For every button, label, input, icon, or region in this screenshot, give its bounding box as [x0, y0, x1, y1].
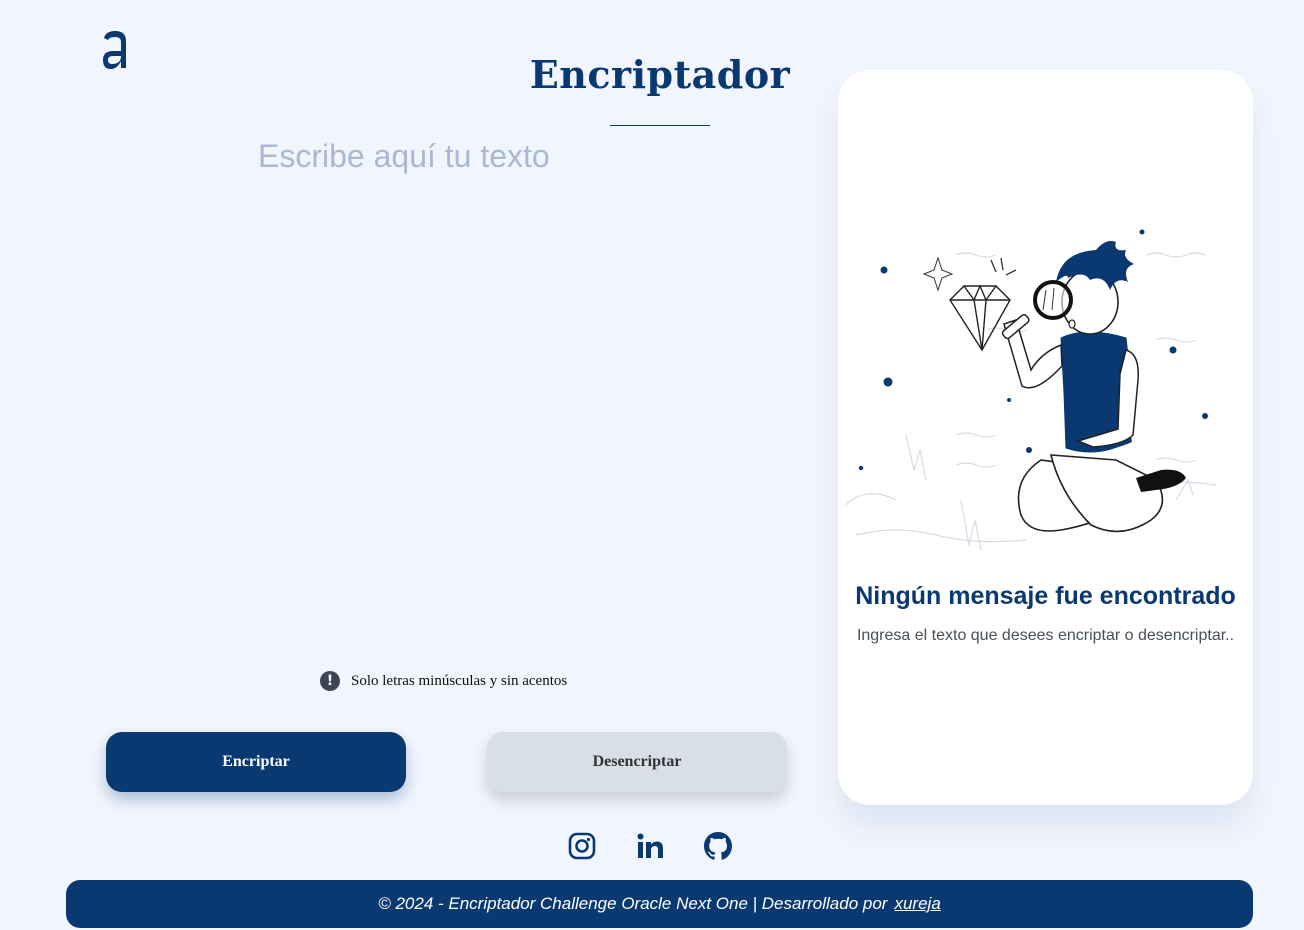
alura-logo [100, 28, 132, 72]
page-title: Encriptador [529, 52, 791, 97]
exclamation-icon: ! [320, 671, 340, 691]
title-divider [610, 125, 710, 126]
instagram-icon[interactable] [566, 830, 598, 862]
boy-with-magnifying-glass-illustration [846, 229, 1217, 550]
decrypt-button[interactable]: Desencriptar [487, 732, 787, 792]
github-icon[interactable] [702, 830, 734, 862]
social-links [566, 830, 734, 862]
hint: ! Solo letras minúsculas y sin acentos [320, 671, 567, 691]
footer: © 2024 - Encriptador Challenge Oracle Ne… [66, 880, 1253, 928]
result-card: Ningún mensaje fue encontrado Ingresa el… [838, 70, 1253, 805]
linkedin-icon[interactable] [634, 830, 666, 862]
result-title: Ningún mensaje fue encontrado [855, 582, 1236, 610]
text-input[interactable] [258, 134, 798, 634]
hint-text: Solo letras minúsculas y sin acentos [351, 672, 568, 689]
footer-text: © 2024 - Encriptador Challenge Oracle Ne… [378, 894, 888, 913]
result-description: Ingresa el texto que desees encriptar o … [856, 627, 1235, 644]
encrypt-button[interactable]: Encriptar [106, 732, 406, 792]
footer-author-link[interactable]: xureja [894, 894, 940, 914]
